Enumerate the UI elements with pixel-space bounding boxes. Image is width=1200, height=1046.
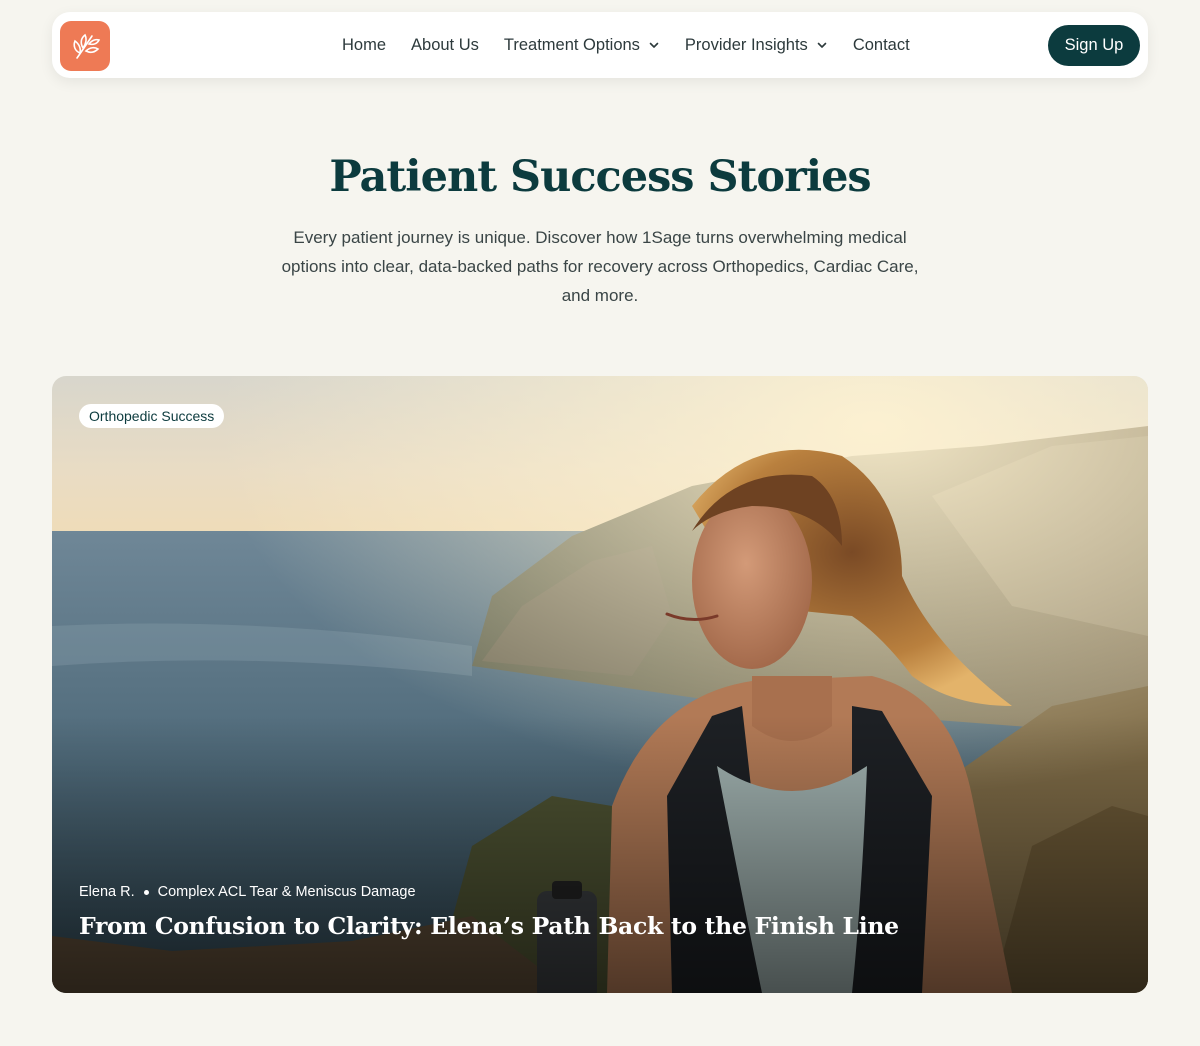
chevron-down-icon <box>649 42 659 48</box>
nav-treatment-options[interactable]: Treatment Options <box>504 36 660 55</box>
nav-about-us[interactable]: About Us <box>411 36 479 55</box>
nav-about-us-label: About Us <box>411 35 479 54</box>
nav-home[interactable]: Home <box>342 36 386 55</box>
sign-up-button[interactable]: Sign Up <box>1048 25 1140 66</box>
category-badge: Orthopedic Success <box>79 404 225 428</box>
patient-condition: Complex ACL Tear & Meniscus Damage <box>157 884 416 900</box>
story-photo <box>52 376 1148 993</box>
nav-provider-insights[interactable]: Provider Insights <box>685 36 828 55</box>
nav-contact-label: Contact <box>852 35 910 54</box>
story-title[interactable]: From Confusion to Clarity: Elena’s Path … <box>79 912 899 940</box>
nav-home-label: Home <box>342 35 387 54</box>
page-title: Patient Success Stories <box>329 152 871 202</box>
nav-treatment-options-label: Treatment Options <box>503 35 640 54</box>
logo[interactable] <box>60 21 110 71</box>
page-intro: Every patient journey is unique. Discove… <box>281 228 919 305</box>
story-meta: Elena R. Complex ACL Tear & Meniscus Dam… <box>79 884 416 900</box>
main-nav: Home About Us Treatment Options Provider… <box>342 12 910 78</box>
separator-dot <box>143 889 149 895</box>
story-card[interactable]: Orthopedic Success Elena R. Complex ACL … <box>52 376 1148 993</box>
nav-contact[interactable]: Contact <box>853 36 910 55</box>
nav-provider-insights-label: Provider Insights <box>684 35 808 54</box>
patient-name: Elena R. <box>79 884 135 900</box>
navbar: Home About Us Treatment Options Provider… <box>52 12 1148 78</box>
leaf-icon <box>73 33 101 59</box>
chevron-down-icon <box>817 42 827 48</box>
